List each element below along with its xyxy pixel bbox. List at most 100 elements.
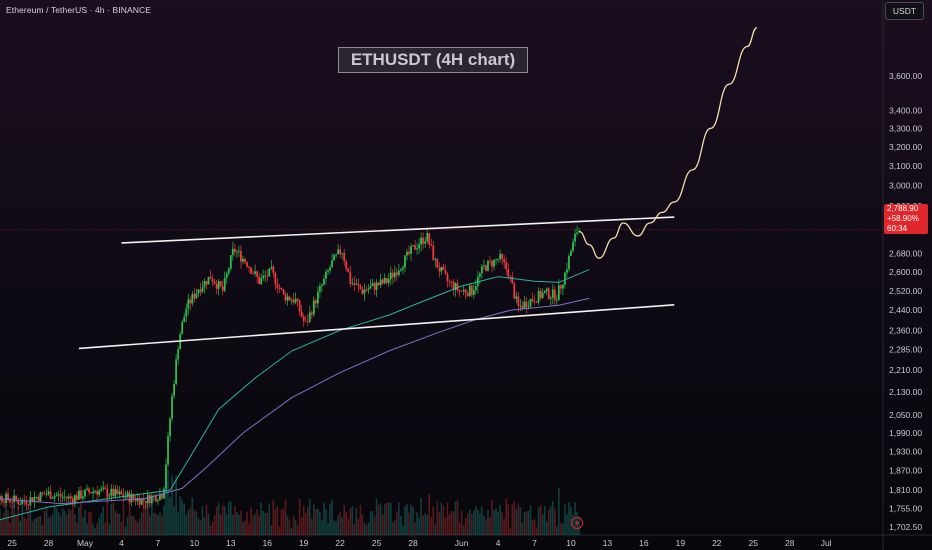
candle-body[interactable] [474, 286, 477, 291]
candle-body[interactable] [375, 282, 378, 290]
candle-body[interactable] [369, 286, 372, 289]
candle-body[interactable] [470, 285, 473, 295]
candle-body[interactable] [406, 251, 408, 256]
candle-body[interactable] [564, 272, 566, 285]
candle-body[interactable] [511, 276, 514, 284]
candle-body[interactable] [49, 491, 52, 499]
candle-body[interactable] [260, 278, 263, 285]
candle-body[interactable] [371, 283, 374, 287]
candle-body[interactable] [167, 436, 169, 465]
candle-body[interactable] [363, 289, 366, 294]
candle-body[interactable] [420, 237, 423, 245]
candle-body[interactable] [430, 244, 433, 246]
candle-body[interactable] [231, 248, 234, 256]
candle-body[interactable] [288, 296, 291, 301]
candle-body[interactable] [472, 290, 475, 295]
candle-body[interactable] [217, 281, 220, 289]
candle-body[interactable] [349, 272, 352, 284]
candle-body[interactable] [555, 300, 558, 301]
candle-body[interactable] [290, 299, 293, 301]
candle-body[interactable] [509, 276, 512, 278]
candle-body[interactable] [59, 494, 62, 497]
candle-body[interactable] [408, 251, 410, 254]
candle-body[interactable] [572, 241, 574, 251]
candle-body[interactable] [43, 493, 46, 495]
candle-body[interactable] [100, 488, 103, 491]
candle-body[interactable] [280, 287, 283, 290]
candle-body[interactable] [456, 283, 459, 291]
candle-body[interactable] [27, 504, 30, 506]
candle-body[interactable] [329, 267, 331, 271]
candle-body[interactable] [11, 501, 13, 503]
candle-body[interactable] [316, 291, 319, 304]
candle-body[interactable] [157, 500, 159, 502]
candle-body[interactable] [458, 290, 461, 292]
candle-body[interactable] [559, 285, 562, 289]
candle-body[interactable] [341, 253, 344, 254]
candle-body[interactable] [450, 281, 453, 283]
candle-body[interactable] [304, 320, 307, 322]
candle-body[interactable] [519, 305, 522, 307]
candle-body[interactable] [15, 495, 18, 501]
candle-body[interactable] [379, 279, 382, 286]
candle-body[interactable] [90, 492, 92, 494]
candle-body[interactable] [227, 268, 230, 274]
candle-body[interactable] [86, 488, 88, 491]
candle-body[interactable] [201, 287, 204, 292]
candle-body[interactable] [25, 501, 28, 505]
candle-body[interactable] [434, 259, 437, 261]
candle-body[interactable] [331, 260, 333, 268]
candle-body[interactable] [464, 289, 467, 294]
candle-body[interactable] [535, 301, 538, 303]
candle-body[interactable] [327, 270, 329, 272]
candle-body[interactable] [543, 290, 546, 293]
candle-body[interactable] [466, 293, 469, 296]
candle-body[interactable] [426, 233, 429, 242]
candle-body[interactable] [381, 279, 384, 284]
candle-body[interactable] [485, 265, 487, 271]
candle-body[interactable] [57, 494, 60, 496]
candle-body[interactable] [242, 258, 244, 262]
candle-body[interactable] [335, 253, 337, 255]
candle-body[interactable] [102, 487, 105, 489]
candle-body[interactable] [82, 496, 84, 499]
candle-body[interactable] [523, 301, 526, 309]
candle-body[interactable] [191, 294, 194, 304]
candle-body[interactable] [53, 495, 56, 499]
candle-body[interactable] [298, 300, 301, 312]
candle-body[interactable] [497, 259, 499, 261]
candle-body[interactable] [282, 289, 285, 294]
candle-body[interactable] [229, 255, 232, 269]
candle-body[interactable] [96, 491, 99, 495]
candle-body[interactable] [211, 278, 214, 282]
candle-body[interactable] [393, 272, 396, 278]
candle-body[interactable] [268, 268, 271, 277]
candle-body[interactable] [529, 299, 532, 307]
candle-body[interactable] [503, 258, 506, 263]
moving-average-line[interactable] [0, 297, 590, 505]
candle-body[interactable] [541, 292, 544, 298]
candle-body[interactable] [284, 293, 287, 301]
candle-body[interactable] [383, 277, 386, 284]
candle-body[interactable] [385, 277, 388, 283]
candle-body[interactable] [112, 488, 115, 497]
candle-body[interactable] [47, 491, 50, 494]
candle-body[interactable] [37, 497, 40, 501]
candle-body[interactable] [148, 495, 151, 504]
candle-body[interactable] [339, 249, 342, 254]
candle-body[interactable] [353, 283, 356, 285]
candle-body[interactable] [238, 250, 240, 252]
candle-body[interactable] [505, 262, 508, 270]
candle-body[interactable] [7, 493, 9, 500]
candle-body[interactable] [357, 283, 360, 286]
candle-body[interactable] [347, 268, 350, 273]
candle-body[interactable] [262, 275, 265, 279]
candle-body[interactable] [489, 260, 491, 262]
channel-lower-line[interactable] [78, 303, 675, 350]
candle-body[interactable] [169, 418, 171, 437]
candle-body[interactable] [94, 491, 97, 492]
candle-body[interactable] [410, 246, 412, 254]
candle-body[interactable] [478, 273, 481, 277]
candle-body[interactable] [55, 495, 58, 497]
chart-annotation-label[interactable]: ETHUSDT (4H chart) [338, 47, 528, 73]
